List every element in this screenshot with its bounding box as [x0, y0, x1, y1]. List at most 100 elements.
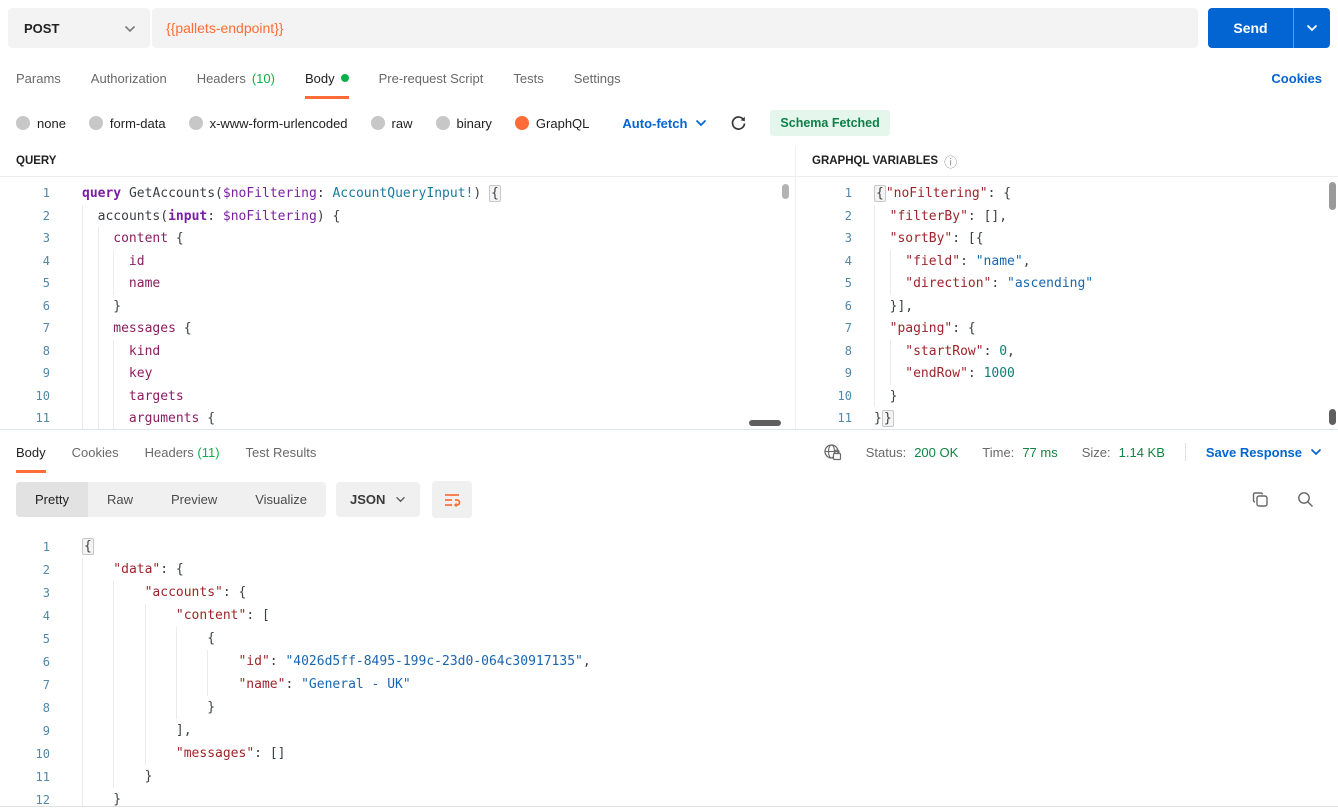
- code-line: 1{: [0, 535, 1338, 558]
- code-line: 2 "data": {: [0, 558, 1338, 581]
- query-title: QUERY: [16, 155, 57, 167]
- response-view-toolbar: Pretty Raw Preview Visualize JSON: [0, 474, 1338, 526]
- code-line: 8 "startRow": 0,: [796, 339, 1338, 362]
- code-line: 11}}: [796, 407, 1338, 429]
- radio-raw[interactable]: raw: [370, 116, 413, 131]
- response-tab-headers[interactable]: Headers (11): [145, 432, 220, 473]
- line-number: 4: [844, 253, 852, 268]
- query-horizontal-scrollbar[interactable]: [749, 420, 781, 426]
- view-preview[interactable]: Preview: [152, 482, 236, 517]
- response-meta: Status: 200 OK Time: 77 ms Size: 1.14 KB…: [823, 443, 1322, 461]
- headers-count: (10): [251, 70, 275, 86]
- cookies-link[interactable]: Cookies: [1271, 71, 1322, 86]
- tab-pre-request-script[interactable]: Pre-request Script: [379, 58, 484, 99]
- send-button[interactable]: Send: [1208, 8, 1330, 48]
- code-line: 6}: [0, 294, 795, 317]
- tab-authorization[interactable]: Authorization: [91, 58, 167, 99]
- code-line: 5{: [0, 627, 1338, 650]
- code-line: 2 accounts(input: $noFiltering) {: [0, 204, 795, 227]
- code-line: 1 query GetAccounts($noFiltering: Account…: [0, 182, 795, 205]
- method-label: POST: [24, 20, 60, 36]
- radio-binary[interactable]: binary: [435, 116, 492, 131]
- variables-vertical-scrollbar[interactable]: [1329, 182, 1336, 210]
- send-button-label[interactable]: Send: [1208, 8, 1294, 48]
- variables-panel: GRAPHQL VARIABLES ⓘ 1{"noFiltering": {2 "…: [795, 146, 1338, 429]
- code-line: 5 "direction": "ascending": [796, 272, 1338, 295]
- body-type-row: none form-data x-www-form-urlencoded raw…: [0, 100, 1338, 146]
- code-line: 10 targets: [0, 384, 795, 407]
- variables-editor[interactable]: 1{"noFiltering": {2 "filterBy": [], 3 "sort…: [796, 177, 1338, 429]
- tab-headers[interactable]: Headers (10): [197, 58, 275, 99]
- code-line: 3 content {: [0, 227, 795, 250]
- save-response-button[interactable]: Save Response: [1206, 445, 1322, 460]
- radio-graphql[interactable]: GraphQL: [514, 116, 589, 131]
- wrap-text-button[interactable]: [432, 481, 473, 518]
- line-number: 5: [42, 276, 50, 291]
- radio-icon: [188, 116, 203, 130]
- query-editor[interactable]: 1 query GetAccounts($noFiltering: Account…: [0, 177, 795, 429]
- globe-lock-icon[interactable]: [823, 443, 842, 461]
- line-number: 3: [42, 231, 50, 246]
- refresh-schema-button[interactable]: [730, 115, 747, 132]
- radio-selected-icon: [514, 116, 529, 130]
- line-number: 8: [844, 343, 852, 358]
- query-vertical-scrollbar[interactable]: [782, 184, 789, 199]
- view-pretty[interactable]: Pretty: [16, 482, 88, 517]
- response-tab-cookies[interactable]: Cookies: [72, 432, 119, 473]
- url-input[interactable]: {{pallets-endpoint}}: [152, 8, 1198, 48]
- chevron-down-icon: [1306, 24, 1318, 32]
- divider: [1184, 443, 1186, 461]
- line-number: 8: [42, 343, 50, 358]
- size-value: 1.14 KB: [1118, 444, 1165, 460]
- code-line: 8}: [0, 696, 1338, 719]
- code-line: 7 "name": "General - UK": [0, 673, 1338, 696]
- chevron-down-icon: [696, 119, 707, 127]
- view-mode-segmented: Pretty Raw Preview Visualize: [16, 482, 327, 517]
- line-number: 7: [42, 677, 50, 692]
- auto-fetch-dropdown[interactable]: Auto-fetch: [622, 116, 707, 131]
- refresh-icon: [732, 115, 746, 130]
- line-number: 5: [42, 631, 50, 646]
- size-label: Size:: [1081, 444, 1111, 460]
- send-options-button[interactable]: [1294, 8, 1330, 48]
- radio-form-data[interactable]: form-data: [88, 116, 166, 131]
- code-line: 2 "filterBy": [],: [796, 204, 1338, 227]
- code-line: 11 arguments {: [0, 407, 795, 429]
- status-label: Status:: [865, 444, 907, 460]
- line-number: 9: [42, 723, 50, 738]
- code-line: 7 "paging": {: [796, 317, 1338, 340]
- tab-tests[interactable]: Tests: [513, 58, 543, 99]
- variables-title: GRAPHQL VARIABLES: [812, 155, 939, 167]
- line-number: 1: [844, 186, 852, 201]
- method-selector[interactable]: POST: [8, 8, 150, 48]
- response-tab-test-results[interactable]: Test Results: [246, 432, 317, 473]
- response-tab-body[interactable]: Body: [16, 432, 46, 473]
- radio-icon: [435, 116, 450, 130]
- view-visualize[interactable]: Visualize: [236, 482, 326, 517]
- radio-none[interactable]: none: [16, 116, 66, 131]
- line-number: 1: [42, 186, 50, 201]
- response-body-editor[interactable]: 1{2 "data": {3 "accounts": {4 "content": [5…: [0, 526, 1338, 807]
- copy-icon[interactable]: [1252, 491, 1269, 508]
- line-number: 7: [42, 321, 50, 336]
- request-tabs: Params Authorization Headers (10) Body P…: [0, 56, 1338, 100]
- tab-params[interactable]: Params: [16, 58, 61, 99]
- line-number: 1: [42, 539, 50, 554]
- search-icon[interactable]: [1297, 491, 1314, 508]
- tab-body[interactable]: Body: [304, 58, 349, 99]
- code-line: 4 "field": "name",: [796, 249, 1338, 272]
- view-raw[interactable]: Raw: [88, 482, 152, 517]
- info-icon: ⓘ: [944, 154, 958, 170]
- code-line: 4 id: [0, 249, 795, 272]
- line-number: 5: [844, 276, 852, 291]
- schema-status-badge: Schema Fetched: [770, 110, 890, 136]
- response-headers-count: (11): [197, 444, 220, 460]
- tab-settings[interactable]: Settings: [574, 58, 621, 99]
- line-number: 6: [42, 654, 50, 669]
- status-value: 200 OK: [914, 444, 959, 460]
- radio-x-www-form-urlencoded[interactable]: x-www-form-urlencoded: [188, 116, 348, 131]
- variables-scrollbar-bottom[interactable]: [1329, 409, 1336, 425]
- format-dropdown[interactable]: JSON: [336, 482, 421, 517]
- chevron-down-icon: [124, 21, 136, 36]
- radio-icon: [88, 116, 103, 130]
